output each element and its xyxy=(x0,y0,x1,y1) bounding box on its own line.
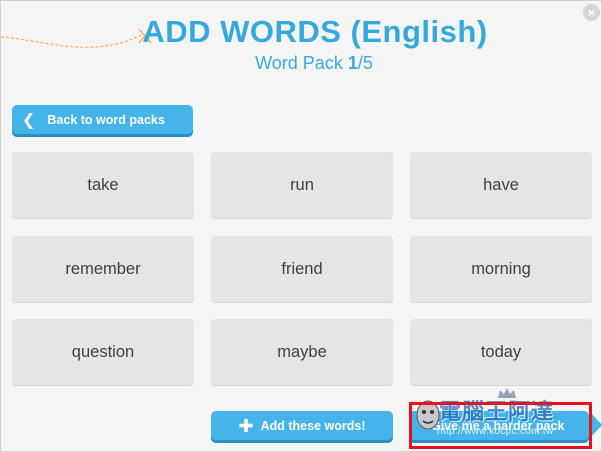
word-label: morning xyxy=(471,259,531,278)
back-button-label: Back to word packs xyxy=(47,112,165,127)
word-card[interactable]: remember xyxy=(12,236,194,302)
subtitle-current-pack: 1 xyxy=(347,53,358,73)
word-card[interactable]: morning xyxy=(410,236,592,302)
word-card[interactable]: question xyxy=(12,319,194,385)
word-card[interactable]: have xyxy=(410,152,592,218)
back-to-word-packs-button[interactable]: ❮ Back to word packs xyxy=(12,105,193,134)
word-card[interactable]: maybe xyxy=(211,319,393,385)
chevron-left-icon: ❮ xyxy=(22,111,36,129)
add-button-label: Add these words! xyxy=(260,418,366,433)
subtitle-suffix: /5 xyxy=(357,53,373,73)
word-label: today xyxy=(480,342,522,361)
word-label: friend xyxy=(281,259,323,278)
add-these-words-button[interactable]: ✚ Add these words! xyxy=(211,411,393,440)
page-subtitle: Word Pack 1/5 xyxy=(1,53,602,74)
word-label: have xyxy=(483,175,519,194)
word-card[interactable]: run xyxy=(211,152,393,218)
word-label: remember xyxy=(65,259,141,278)
app-window: × ADD WORDS (English) Word Pack 1/5 ❮ Ba… xyxy=(0,0,602,452)
word-label: run xyxy=(290,175,314,194)
word-label: take xyxy=(87,175,119,194)
word-card[interactable]: take xyxy=(12,152,194,218)
page-title: ADD WORDS (English) xyxy=(142,14,488,49)
plus-icon: ✚ xyxy=(238,415,254,436)
word-label: maybe xyxy=(277,342,327,361)
word-card[interactable]: friend xyxy=(211,236,393,302)
subtitle-prefix: Word Pack xyxy=(255,53,348,73)
word-card[interactable]: today xyxy=(410,319,592,385)
word-label: question xyxy=(71,342,135,361)
highlight-box xyxy=(409,402,592,449)
